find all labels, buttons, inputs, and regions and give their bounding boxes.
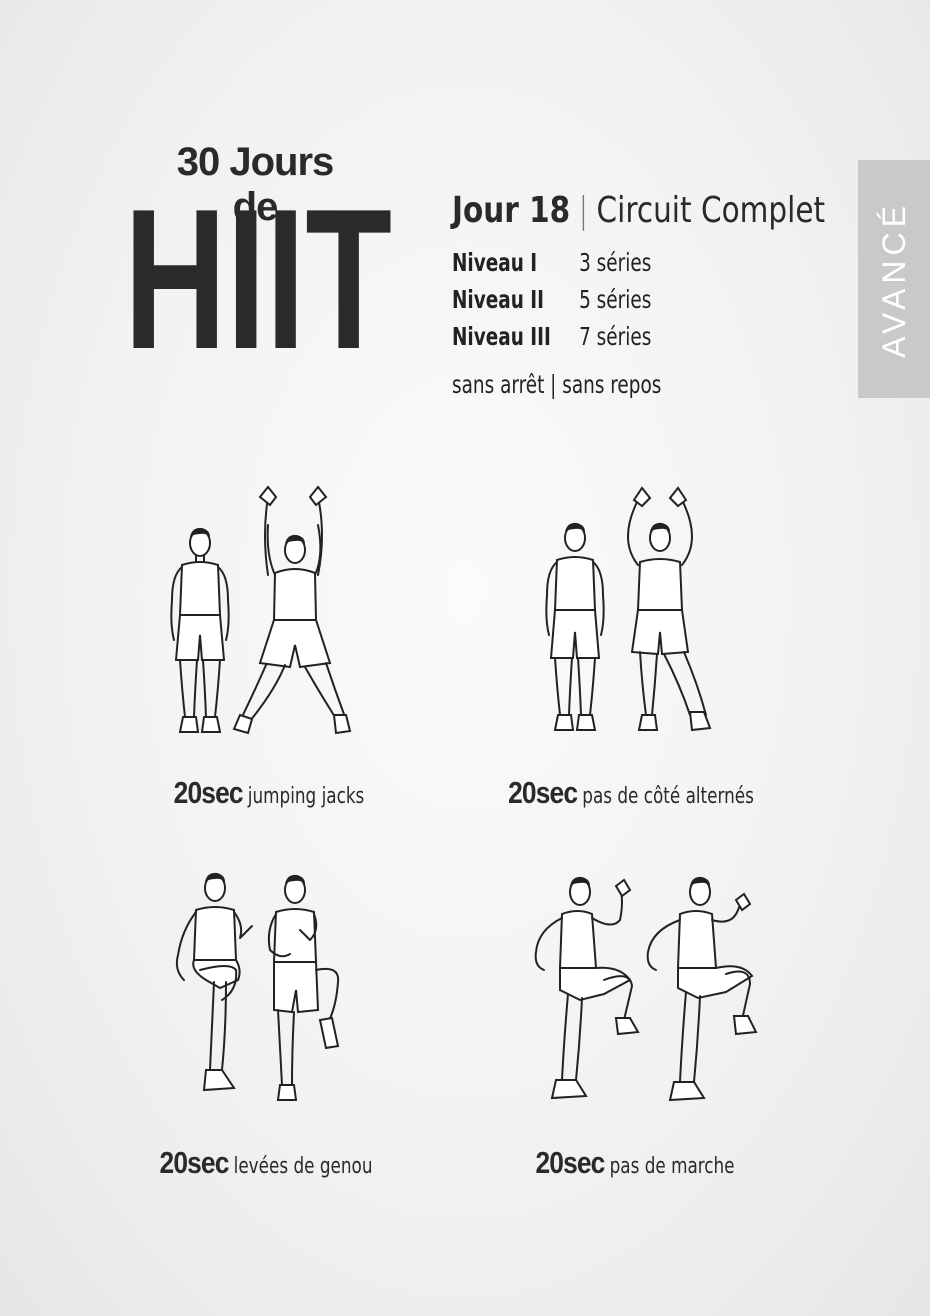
knee-raises-illustration xyxy=(160,870,360,1119)
rest-note: sans arrêt | sans repos xyxy=(452,370,662,399)
title-big: HIIT xyxy=(118,178,398,368)
level-row: Niveau III 7 séries xyxy=(452,322,651,359)
level-row: Niveau I 3 séries xyxy=(452,248,651,285)
exercise-name: pas de marche xyxy=(609,1154,735,1179)
exercise-caption: 20sec jumping jacks xyxy=(168,775,370,811)
level-sets: 5 séries xyxy=(579,285,652,314)
exercise-name: pas de côté alternés xyxy=(582,784,754,809)
standing-figure xyxy=(170,527,230,733)
circuit-label: Circuit Complet xyxy=(596,190,826,231)
level-sets: 7 séries xyxy=(579,322,652,351)
marching-figure-right xyxy=(646,876,758,1102)
difficulty-badge-label: AVANCÉ xyxy=(875,200,912,358)
exercise-duration: 20sec xyxy=(535,1145,605,1180)
difficulty-badge: AVANCÉ xyxy=(858,160,930,398)
title-big-text: HIIT xyxy=(124,178,392,368)
jumping-jacks-illustration xyxy=(150,485,370,744)
exercise-duration: 20sec xyxy=(159,1145,230,1180)
day-separator: | xyxy=(578,190,589,231)
level-row: Niveau II 5 séries xyxy=(452,285,651,322)
level-name: Niveau II xyxy=(452,285,544,314)
day-label: Jour 18 xyxy=(452,190,571,231)
knee-raise-figure-left xyxy=(175,872,253,1092)
exercise-caption: 20sec levées de genou xyxy=(159,1145,373,1181)
side-steps-illustration xyxy=(530,480,730,744)
standing-figure xyxy=(545,522,605,731)
knee-raise-figure-right xyxy=(267,874,340,1101)
exercise-duration: 20sec xyxy=(173,775,244,810)
levels-list: Niveau I 3 séries Niveau II 5 séries Niv… xyxy=(452,248,651,359)
marching-figure-left xyxy=(534,876,640,1100)
level-sets: 3 séries xyxy=(579,248,652,277)
day-line: Jour 18 | Circuit Complet xyxy=(452,190,825,231)
exercise-caption: 20sec pas de côté alternés xyxy=(503,775,760,811)
arms-up-figure xyxy=(627,486,712,732)
marching-illustration xyxy=(520,870,760,1119)
exercise-name: jumping jacks xyxy=(247,784,365,809)
jumping-figure xyxy=(232,485,352,735)
exercise-duration: 20sec xyxy=(508,775,578,810)
level-name: Niveau I xyxy=(452,248,538,277)
level-name: Niveau III xyxy=(452,322,551,351)
exercise-name: levées de genou xyxy=(233,1154,373,1179)
exercise-caption: 20sec pas de marche xyxy=(529,1145,742,1181)
